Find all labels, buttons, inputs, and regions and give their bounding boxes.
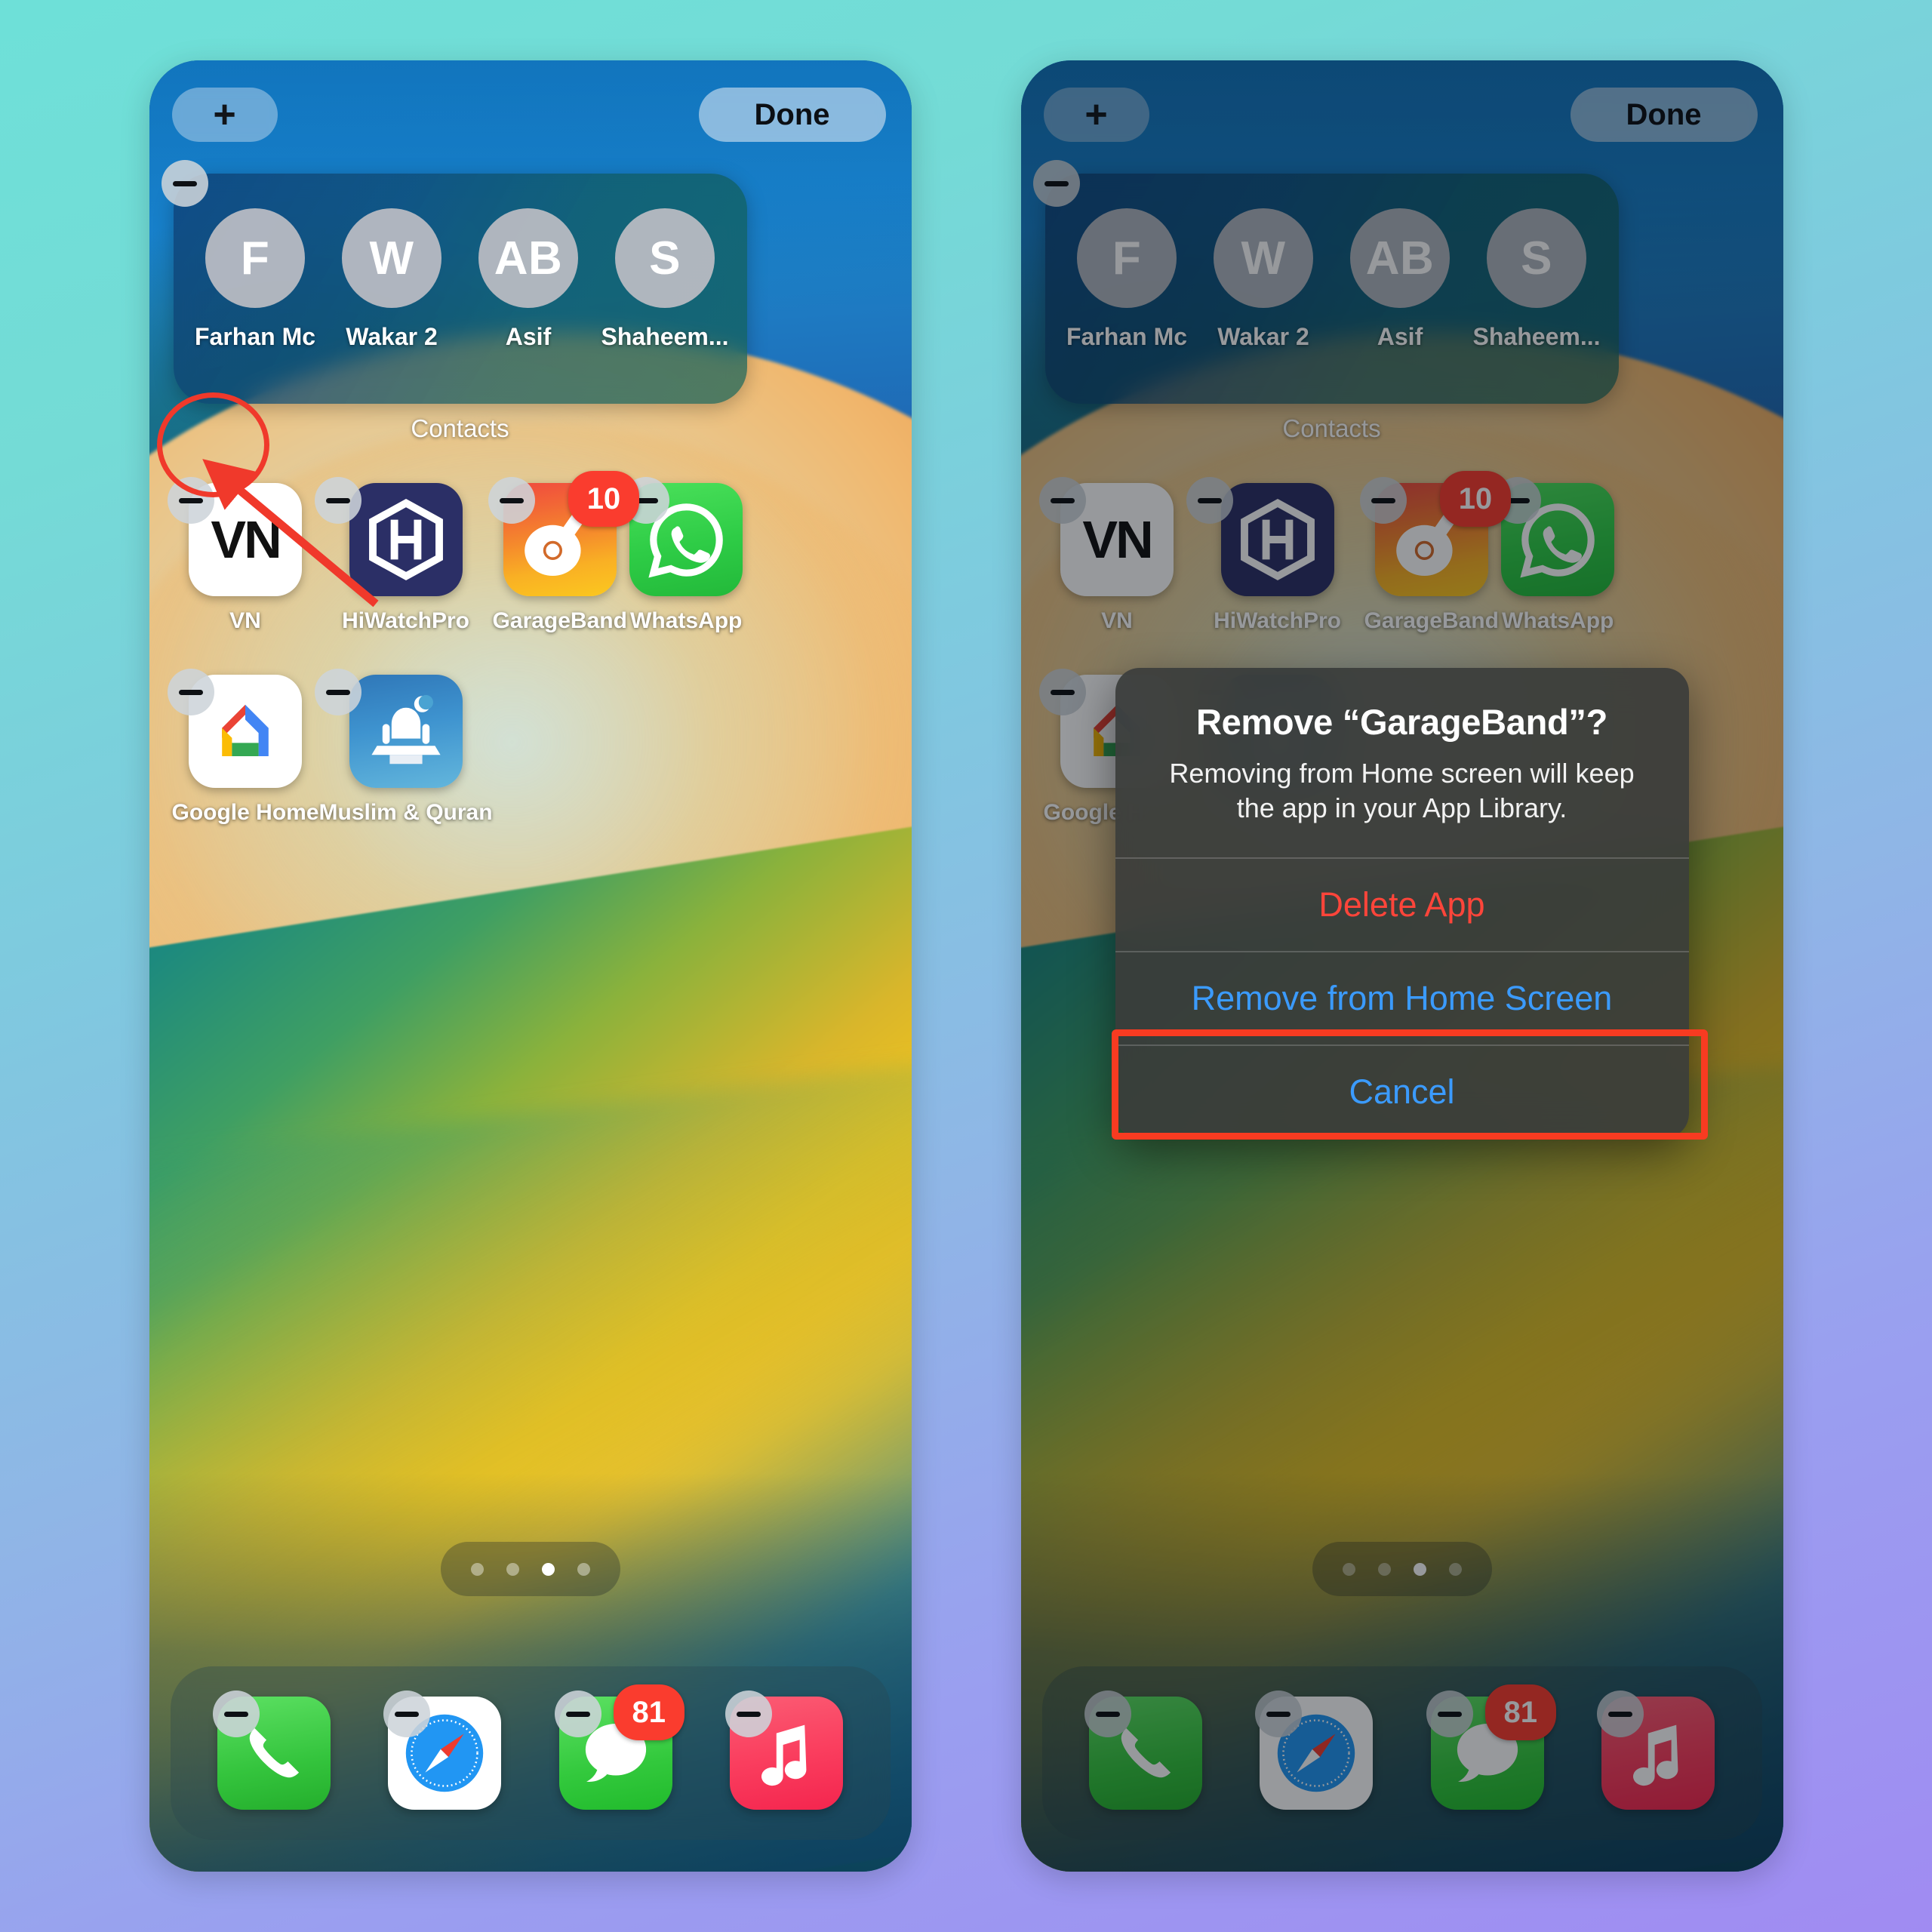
phone-right: + Done F Farhan Mc W Wakar 2 AB Asif S S…: [1020, 60, 1783, 1872]
dock-app-phone[interactable]: Phone: [212, 1690, 331, 1810]
page-dot[interactable]: [470, 1562, 484, 1576]
app-hiwatchpro[interactable]: HiWatchPro: [314, 477, 493, 634]
app-label: VN: [229, 608, 261, 633]
app-vn[interactable]: VN VN: [167, 477, 319, 634]
app-grid-left: VN VN HiWatchPro 10 GarageBand WhatsApp …: [167, 471, 746, 826]
remove-app-badge[interactable]: [383, 1690, 431, 1737]
avatar: S: [615, 208, 715, 308]
muslim-quran-icon: [349, 675, 463, 788]
edit-mode-topbar-left: + Done: [149, 83, 912, 166]
page-dot[interactable]: [577, 1562, 590, 1576]
avatar: F: [205, 208, 305, 308]
contacts-widget-row: F Farhan Mc W Wakar 2 AB Asif S Shaheem.…: [174, 208, 747, 351]
contact-item[interactable]: W Wakar 2: [331, 208, 452, 351]
contact-item[interactable]: AB Asif: [468, 208, 589, 351]
dock-left: Phone Safari: [170, 1666, 891, 1840]
contacts-widget[interactable]: F Farhan Mc W Wakar 2 AB Asif S Shaheem.…: [173, 174, 747, 404]
widget-label: Contacts: [411, 414, 509, 442]
avatar: W: [342, 208, 441, 308]
remove-app-dialog: Remove “GarageBand”? Removing from Home …: [1115, 668, 1689, 1139]
home-screen-right: + Done F Farhan Mc W Wakar 2 AB Asif S S…: [1020, 60, 1783, 1872]
contact-item[interactable]: S Shaheem...: [601, 208, 728, 351]
add-widget-button[interactable]: +: [171, 88, 278, 142]
done-button[interactable]: Done: [698, 88, 886, 142]
app-label: GarageBand: [492, 608, 627, 633]
dock-app-music[interactable]: Music: [725, 1690, 844, 1810]
page-dot-active[interactable]: [541, 1562, 555, 1576]
screenshot-stage: + Done F Farhan Mc W Wakar 2 AB Asif S S…: [0, 0, 1932, 1932]
remove-app-badge[interactable]: [314, 477, 361, 524]
contact-name: Wakar 2: [346, 323, 438, 350]
app-label: WhatsApp: [630, 608, 743, 633]
page-indicator-left[interactable]: [440, 1542, 620, 1596]
remove-app-badge[interactable]: [167, 669, 214, 715]
dock-app-safari[interactable]: Safari: [383, 1690, 502, 1810]
cancel-button[interactable]: Cancel: [1115, 1046, 1689, 1138]
contact-name: Shaheem...: [601, 323, 729, 350]
app-label: Google Home: [171, 800, 319, 825]
remove-app-badge[interactable]: [212, 1690, 260, 1737]
dock-app-messages[interactable]: 81 Messages: [554, 1684, 685, 1810]
phone-left: + Done F Farhan Mc W Wakar 2 AB Asif S S…: [149, 60, 912, 1872]
remove-app-badge[interactable]: [488, 477, 535, 524]
dialog-message: Removing from Home screen will keep the …: [1169, 758, 1635, 824]
contacts-widget-wrap-left: F Farhan Mc W Wakar 2 AB Asif S Shaheem.…: [161, 160, 747, 443]
remove-app-badge[interactable]: [725, 1690, 773, 1737]
home-screen-left: + Done F Farhan Mc W Wakar 2 AB Asif S S…: [149, 60, 912, 1872]
app-label: Muslim & Quran: [318, 800, 493, 825]
remove-app-badge[interactable]: [554, 1690, 601, 1737]
app-google-home[interactable]: Google Home: [167, 669, 319, 826]
page-dot[interactable]: [506, 1562, 519, 1576]
remove-widget-badge[interactable]: [161, 160, 208, 207]
badge-count: 81: [613, 1684, 685, 1740]
delete-app-button[interactable]: Delete App: [1115, 859, 1689, 951]
dialog-header: Remove “GarageBand”? Removing from Home …: [1115, 668, 1689, 857]
remove-app-badge[interactable]: [314, 669, 361, 715]
app-garageband[interactable]: 10 GarageBand: [488, 471, 639, 634]
avatar: AB: [478, 208, 578, 308]
app-muslim-quran[interactable]: Muslim & Quran: [314, 669, 493, 826]
dialog-title: Remove “GarageBand”?: [1195, 702, 1608, 742]
contact-name: Asif: [505, 323, 552, 350]
contact-item[interactable]: F Farhan Mc: [195, 208, 315, 351]
app-whatsapp[interactable]: WhatsApp: [622, 477, 746, 634]
contact-name: Farhan Mc: [194, 323, 316, 350]
hiwatchpro-icon: [349, 483, 463, 596]
badge-count: 10: [568, 471, 639, 527]
app-label: HiWatchPro: [342, 608, 469, 633]
remove-from-home-screen-button[interactable]: Remove from Home Screen: [1115, 952, 1689, 1044]
remove-app-badge[interactable]: [167, 477, 214, 524]
